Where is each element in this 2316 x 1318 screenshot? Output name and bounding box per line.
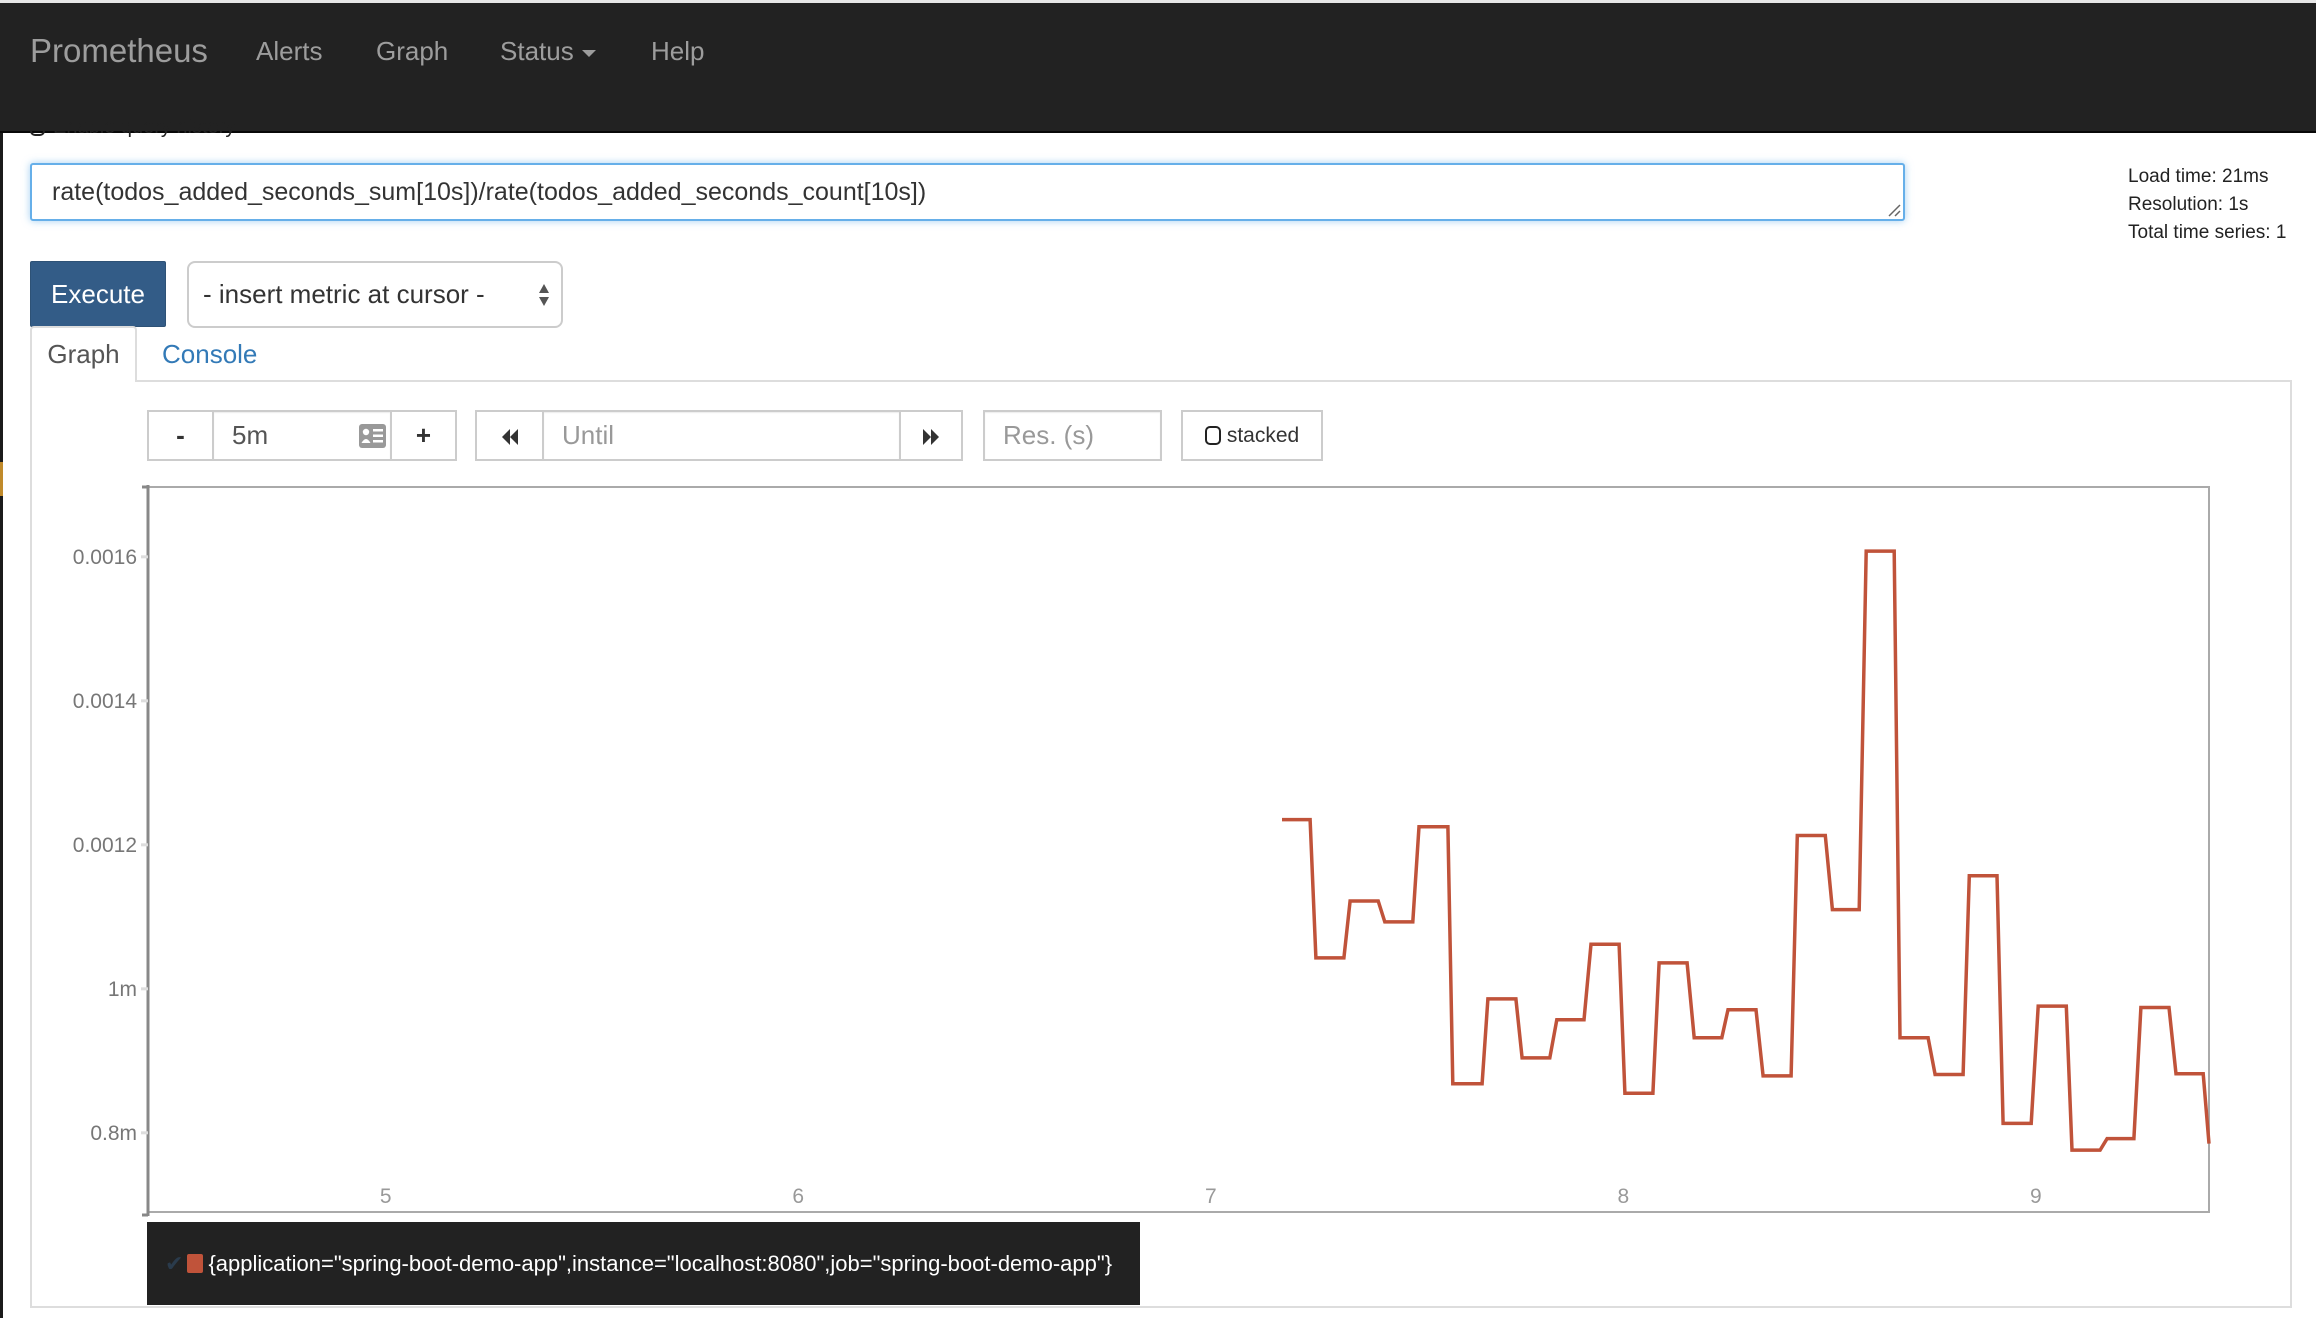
y-tick-label: 0.0014 (73, 690, 138, 713)
x-tick-label: 5 (380, 1185, 392, 1208)
x-tick-label: 8 (1617, 1185, 1629, 1208)
y-tick-label: 1m (108, 978, 137, 1001)
x-tick-label: 9 (2030, 1185, 2042, 1208)
graph-legend: ✔ {application="spring-boot-demo-app",in… (147, 1222, 1140, 1305)
plot-area (147, 486, 2210, 1213)
y-tick-label: 0.8m (90, 1122, 137, 1145)
y-tick-label: 0.0012 (73, 834, 137, 857)
legend-color-swatch (187, 1254, 204, 1273)
y-tick-label: 0.0016 (73, 546, 137, 569)
legend-series-label[interactable]: {application="spring-boot-demo-app",inst… (208, 1251, 1112, 1277)
x-tick-label: 6 (792, 1185, 804, 1208)
x-tick-label: 7 (1205, 1185, 1217, 1208)
legend-check-icon[interactable]: ✔ (165, 1251, 183, 1277)
graph-chart: 0.8m 1m 0.0012 0.0014 0.0016 5 6 7 8 9 (73, 485, 2211, 1217)
